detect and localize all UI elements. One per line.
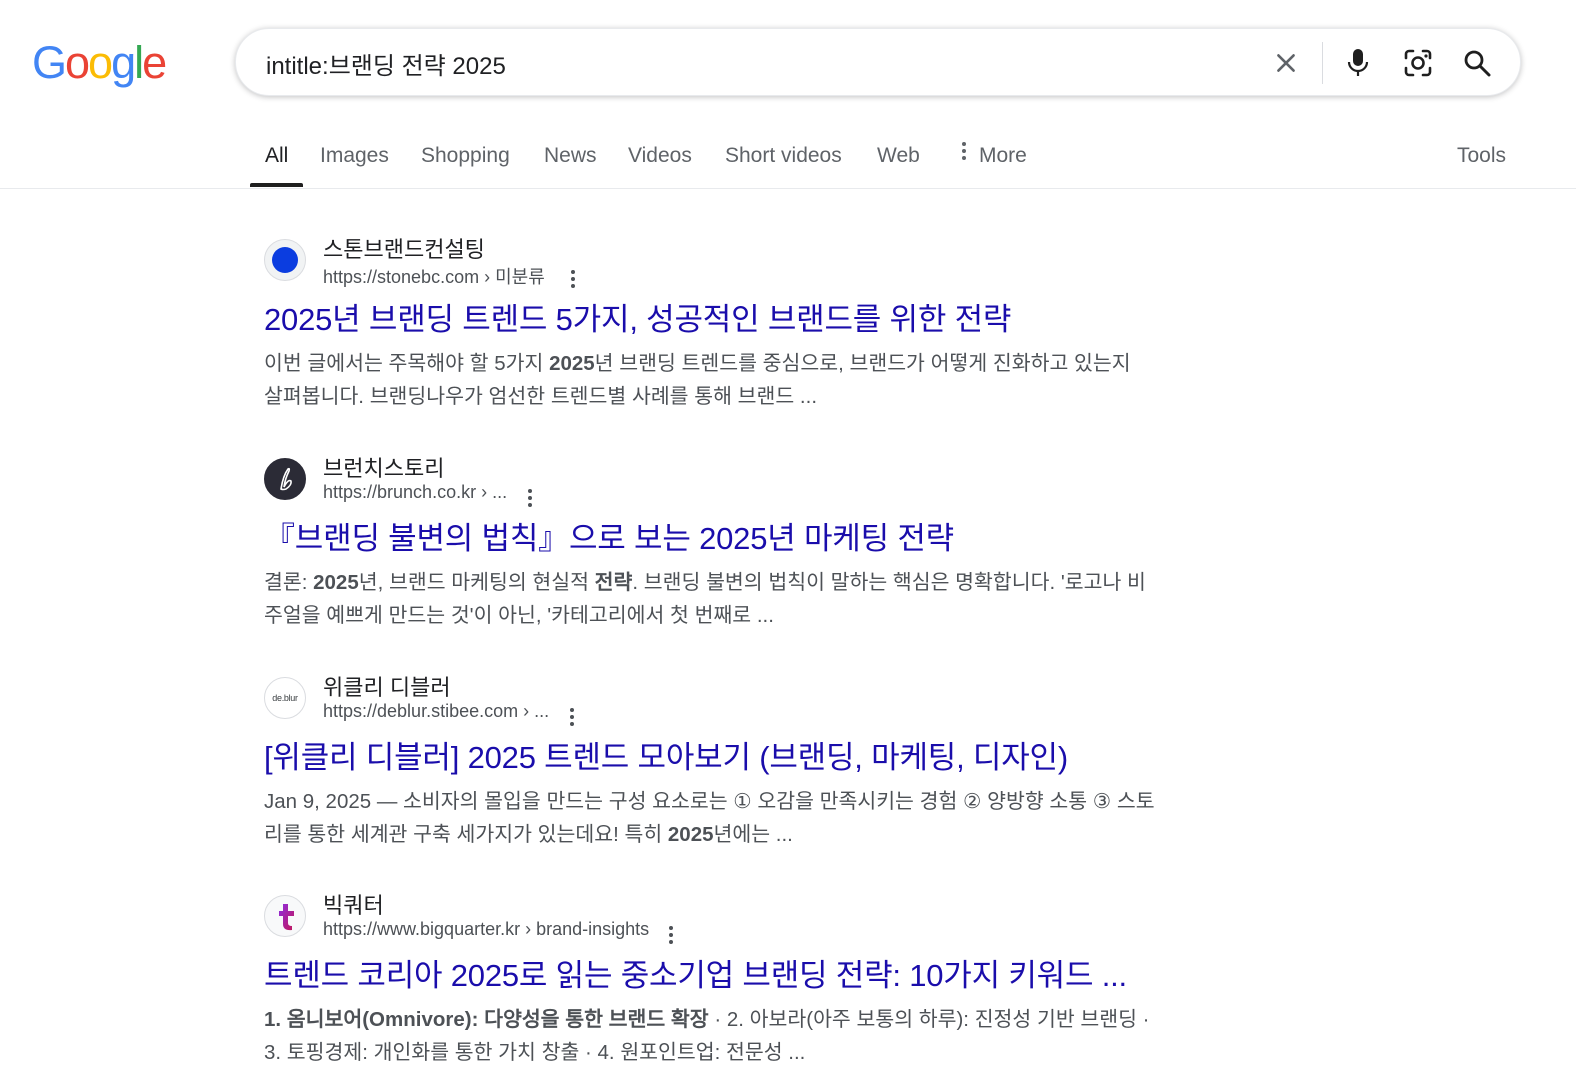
tools-button[interactable]: Tools <box>1457 144 1506 168</box>
deblur-logo-text: de.blur <box>272 693 298 703</box>
result-site-name: 위클리 디블러 <box>323 675 451 700</box>
result-url: https://www.bigquarter.kr › brand-insigh… <box>323 919 650 939</box>
more-options-icon[interactable] <box>562 704 582 730</box>
deblur-favicon: de.blur <box>264 677 306 719</box>
logo-letter: l <box>134 37 144 88</box>
snippet-text: 주얼을 예쁘게 만드는 것'이 아닌, '카테고리에서 첫 번째로 ... <box>264 604 774 627</box>
result-snippet: 이번 글에서는 주목해야 할 5가지 2025년 브랜딩 트렌드를 중심으로, … <box>264 347 1244 413</box>
tab-all[interactable]: All <box>265 144 288 168</box>
active-tab-indicator <box>250 183 303 187</box>
search-icon[interactable] <box>1457 43 1497 83</box>
more-options-icon[interactable] <box>563 266 583 292</box>
result-source[interactable]: 브런치스토리 https://brunch.co.kr › ... <box>264 451 1244 507</box>
search-result: de.blur 위클리 디블러 https://deblur.stibee.co… <box>264 670 1244 851</box>
result-title-link[interactable]: 2025년 브랜딩 트렌드 5가지, 성공적인 브랜드를 위한 전략 <box>264 294 1244 339</box>
snippet-line: 결론: 2025년, 브랜드 마케팅의 현실적 전략. 브랜딩 불변의 법칙이 … <box>264 566 1244 599</box>
snippet-highlight: 전략 <box>594 571 633 594</box>
logo-letter: e <box>142 37 167 88</box>
snippet-line: 살펴봅니다. 브랜딩나우가 엄선한 트렌드별 사례를 통해 브랜드 ... <box>264 380 1244 413</box>
snippet-text: 이번 글에서는 주목해야 할 5가지 <box>264 352 550 375</box>
search-box <box>235 28 1521 96</box>
snippet-text: 결론: <box>264 571 314 594</box>
snippet-text: . 브랜딩 불변의 법칙이 말하는 핵심은 명확합니다. '로고나 비 <box>632 571 1146 594</box>
tab-images[interactable]: Images <box>320 144 389 168</box>
microphone-icon[interactable] <box>1338 43 1378 83</box>
tab-short-videos[interactable]: Short videos <box>725 144 842 168</box>
snippet-text: 리를 통한 세계관 구축 세가지가 있는데요! 특히 <box>264 823 668 846</box>
logo-letter: o <box>88 37 113 88</box>
bigquarter-favicon <box>264 895 306 937</box>
tab-more[interactable]: More <box>961 141 1027 168</box>
snippet-text: 년, 브랜드 마케팅의 현실적 <box>358 571 595 594</box>
snippet-text: 년 브랜딩 트렌드를 중심으로, 브랜드가 어떻게 진화하고 있는지 <box>594 352 1131 375</box>
tab-videos[interactable]: Videos <box>628 144 692 168</box>
google-logo[interactable]: Google <box>32 37 167 88</box>
more-options-icon[interactable] <box>661 922 681 948</box>
tab-more-label: More <box>979 144 1027 167</box>
brunch-favicon <box>264 458 306 500</box>
search-tabs: All Images Shopping News Videos Short vi… <box>0 120 1576 189</box>
result-snippet: Jan 9, 2025 — 소비자의 몰입을 만드는 구성 요소로는 ① 오감을… <box>264 785 1244 851</box>
result-title-link[interactable]: [위클리 디블러] 2025 트렌드 모아보기 (브랜딩, 마케팅, 디자인) <box>264 732 1244 777</box>
snippet-text: 년에는 ... <box>713 823 793 846</box>
result-url: https://stonebc.com › 미분류 <box>323 267 545 287</box>
result-url: https://brunch.co.kr › ... <box>323 482 508 502</box>
result-source[interactable]: 스톤브랜드컨설팅 https://stonebc.com › 미분류 <box>264 232 1244 288</box>
result-source[interactable]: 빅쿼터 https://www.bigquarter.kr › brand-in… <box>264 888 1244 944</box>
result-site-name: 브런치스토리 <box>323 456 445 481</box>
result-snippet: 결론: 2025년, 브랜드 마케팅의 현실적 전략. 브랜딩 불변의 법칙이 … <box>264 566 1244 632</box>
result-url: https://deblur.stibee.com › ... <box>323 701 550 721</box>
vertical-dots-icon <box>961 141 967 167</box>
blue-dot-favicon <box>264 239 306 281</box>
result-source[interactable]: de.blur 위클리 디블러 https://deblur.stibee.co… <box>264 670 1244 726</box>
result-title-link[interactable]: 트렌드 코리아 2025로 읽는 중소기업 브랜딩 전략: 10가지 키워드 .… <box>264 950 1244 995</box>
result-title-link[interactable]: 『브랜딩 불변의 법칙』으로 보는 2025년 마케팅 전략 <box>264 513 1244 558</box>
snippet-text: · 2. 아보라(아주 보통의 하루): 진정성 기반 브랜딩 · <box>708 1008 1150 1031</box>
search-result: 빅쿼터 https://www.bigquarter.kr › brand-in… <box>264 888 1244 1069</box>
camera-lens-icon[interactable] <box>1398 43 1438 83</box>
snippet-line: 주얼을 예쁘게 만드는 것'이 아닌, '카테고리에서 첫 번째로 ... <box>264 599 1244 632</box>
more-options-icon[interactable] <box>520 485 540 511</box>
tab-shopping[interactable]: Shopping <box>421 144 510 168</box>
logo-letter: g <box>111 37 136 88</box>
snippet-text: 3. 토핑경제: 개인화를 통한 가치 창출 · 4. 원포인트업: 전문성 .… <box>264 1041 806 1064</box>
snippet-highlight: 2025 <box>667 823 714 846</box>
tab-web[interactable]: Web <box>877 144 920 168</box>
logo-letter: o <box>65 37 90 88</box>
result-snippet: 1. 옴니보어(Omnivore): 다양성을 통한 브랜드 확장 · 2. 아… <box>264 1003 1244 1069</box>
result-site-name: 스톤브랜드컨설팅 <box>323 237 485 262</box>
snippet-text: Jan 9, 2025 — 소비자의 몰입을 만드는 구성 요소로는 ① 오감을… <box>264 790 1155 813</box>
search-input[interactable] <box>266 47 1246 79</box>
result-site-name: 빅쿼터 <box>323 893 384 918</box>
tab-news[interactable]: News <box>544 144 597 168</box>
snippet-line: 이번 글에서는 주목해야 할 5가지 2025년 브랜딩 트렌드를 중심으로, … <box>264 347 1244 380</box>
snippet-text: 살펴봅니다. 브랜딩나우가 엄선한 트렌드별 사례를 통해 브랜드 ... <box>264 385 818 408</box>
logo-letter: G <box>32 37 67 88</box>
snippet-highlight: 2025 <box>549 352 595 375</box>
snippet-line: 3. 토핑경제: 개인화를 통한 가치 창출 · 4. 원포인트업: 전문성 .… <box>264 1036 1244 1069</box>
snippet-line: Jan 9, 2025 — 소비자의 몰입을 만드는 구성 요소로는 ① 오감을… <box>264 785 1244 818</box>
snippet-highlight: 2025 <box>313 571 359 594</box>
close-icon[interactable] <box>1266 43 1306 83</box>
snippet-highlight: 1. 옴니보어(Omnivore): 다양성을 통한 브랜드 확장 <box>264 1008 709 1031</box>
snippet-line: 1. 옴니보어(Omnivore): 다양성을 통한 브랜드 확장 · 2. 아… <box>264 1003 1244 1036</box>
search-divider <box>1322 42 1323 84</box>
search-result: 스톤브랜드컨설팅 https://stonebc.com › 미분류 2025년… <box>264 232 1244 413</box>
search-result: 브런치스토리 https://brunch.co.kr › ... 『브랜딩 불… <box>264 451 1244 632</box>
snippet-line: 리를 통한 세계관 구축 세가지가 있는데요! 특히 2025년에는 ... <box>264 818 1244 851</box>
